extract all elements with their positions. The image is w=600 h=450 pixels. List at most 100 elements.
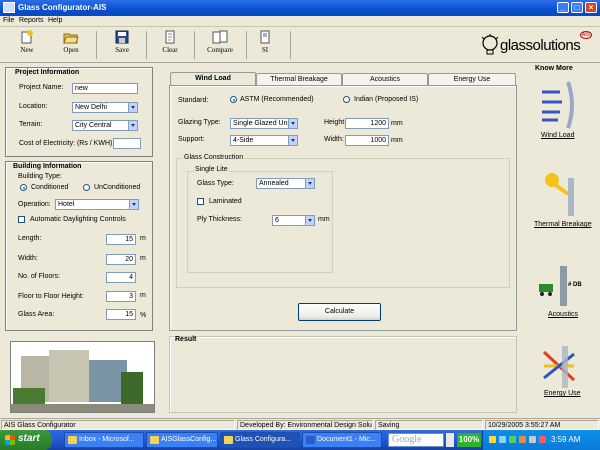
support-select[interactable]: 4-Side [230,135,298,146]
daylighting-label: Automatic Daylighting Controls [30,216,126,223]
glass-area-input[interactable]: 15 [106,309,136,320]
clock[interactable]: 3:59 AM [551,435,580,444]
si-label: SI [261,46,269,54]
status-bar: AIS Glass Configurator Developed By: Env… [0,418,600,430]
indian-radio[interactable] [343,96,350,103]
si-document-icon [260,30,270,44]
open-button[interactable]: Open [53,30,89,60]
location-select[interactable]: New Delhi [72,102,138,113]
status-state: Saving [375,420,483,430]
minimize-button[interactable]: _ [557,2,569,13]
taskbar-item-glass-configurator[interactable]: Glass Configura... [220,432,300,448]
taskbar-item-aisglassconfig[interactable]: AISGlassConfig... [146,432,218,448]
thermal-breakage-illustration-icon[interactable] [540,168,580,218]
tab-thermal-breakage[interactable]: Thermal Breakage [256,73,342,85]
folder-icon [150,436,159,444]
ply-thickness-select[interactable]: 6 [272,215,315,226]
close-button[interactable]: × [585,2,597,13]
tray-icon[interactable] [509,436,516,443]
clear-icon [165,30,175,44]
glassolutions-logo: glassolutions AIS [478,31,598,61]
google-search-box[interactable]: Google [388,433,444,447]
clear-button[interactable]: Clear [152,30,188,60]
taskbar: start Inbox - Microsof... AISGlassConfig… [0,430,600,450]
acoustics-db-label: # DB [568,282,582,288]
wind-load-illustration-icon[interactable] [540,80,580,130]
tray-icon[interactable] [499,436,506,443]
tray-icon[interactable] [529,436,536,443]
width-glass-input[interactable]: 1000 [345,135,389,146]
tab-acoustics[interactable]: Acoustics [342,73,428,85]
project-name-input[interactable]: new [72,83,138,94]
support-label: Support: [178,136,205,143]
know-more-title: Know More [535,65,573,72]
taskbar-item-document1[interactable]: Document1 - Mic... [302,432,382,448]
new-label: New [20,46,34,54]
toolbar-separator [194,31,195,59]
know-more-acoustics-link[interactable]: Acoustics [548,311,578,318]
tray-icon[interactable] [539,436,546,443]
system-tray: 3:59 AM [482,430,600,450]
task-label: AISGlassConfig... [161,436,217,443]
building-photo-image [11,342,154,412]
building-photo [10,341,155,413]
menu-reports[interactable]: Reports [19,17,44,24]
tab-energy-use[interactable]: Energy Use [428,73,516,85]
cost-electricity-input[interactable] [113,138,141,149]
astm-radio[interactable] [230,96,237,103]
glass-type-select[interactable]: Annealed [256,178,315,189]
know-more-energy-use-link[interactable]: Energy Use [544,390,581,397]
status-datetime: 10/29/2005 3:55:27 AM [485,420,599,430]
open-folder-icon [63,33,79,44]
windows-flag-icon [5,435,15,445]
tray-icon[interactable] [489,436,496,443]
ply-thickness-unit: mm [318,216,330,223]
floors-input[interactable]: 4 [106,272,136,283]
conditioned-radio[interactable] [20,184,27,191]
width-unit: m [140,255,146,262]
tab-wind-load[interactable]: Wind Load [170,72,256,85]
unconditioned-radio[interactable] [83,184,90,191]
ais-badge: AIS [580,31,593,39]
height-unit: mm [391,120,403,127]
width-input[interactable]: 20 [106,254,136,265]
si-button[interactable]: SI [247,30,283,60]
compare-button[interactable]: Compare [200,30,240,60]
energy-use-illustration-icon[interactable] [540,344,580,390]
glazing-type-select[interactable]: Single Glazed Unit [230,118,298,129]
floor-height-unit: m [140,292,146,299]
terrain-select[interactable]: City Central [72,120,138,131]
know-more-thermal-breakage-link[interactable]: Thermal Breakage [534,221,592,228]
ply-thickness-value: 6 [275,217,279,224]
operation-value: Hotel [58,201,75,208]
calculate-button[interactable]: Calculate [298,303,381,321]
tray-icon[interactable] [519,436,526,443]
app-icon [224,436,233,444]
daylighting-checkbox[interactable] [18,216,25,223]
new-button[interactable]: New [9,30,45,60]
glazing-type-value: Single Glazed Unit [233,120,291,127]
maximize-button[interactable]: □ [571,2,583,13]
laminated-checkbox[interactable] [197,198,204,205]
floor-height-input[interactable]: 3 [106,291,136,302]
building-type-label: Building Type: [18,173,62,180]
title-bar: Glass Configurator-AIS _ □ × [0,0,600,16]
know-more-wind-load-link[interactable]: Wind Load [541,132,574,139]
taskbar-item-inbox[interactable]: Inbox - Microsof... [64,432,144,448]
menu-help[interactable]: Help [48,17,62,24]
length-input[interactable]: 15 [106,234,136,245]
toolbar-separator [96,31,97,59]
building-information-title: Building Information [13,163,82,170]
start-button[interactable]: start [0,430,52,450]
word-icon [306,436,315,444]
length-label: Length: [18,235,42,242]
height-input[interactable]: 1200 [345,118,389,129]
operation-select[interactable]: Hotel [55,199,139,210]
save-button[interactable]: Save [104,30,140,60]
width-glass-label: Width: [324,136,344,143]
menu-file[interactable]: File [3,17,14,24]
chevron-down-icon [128,121,137,130]
height-label: Height: [324,119,347,126]
google-search-go-button[interactable] [446,433,454,447]
conditioned-label: Conditioned [31,184,69,191]
